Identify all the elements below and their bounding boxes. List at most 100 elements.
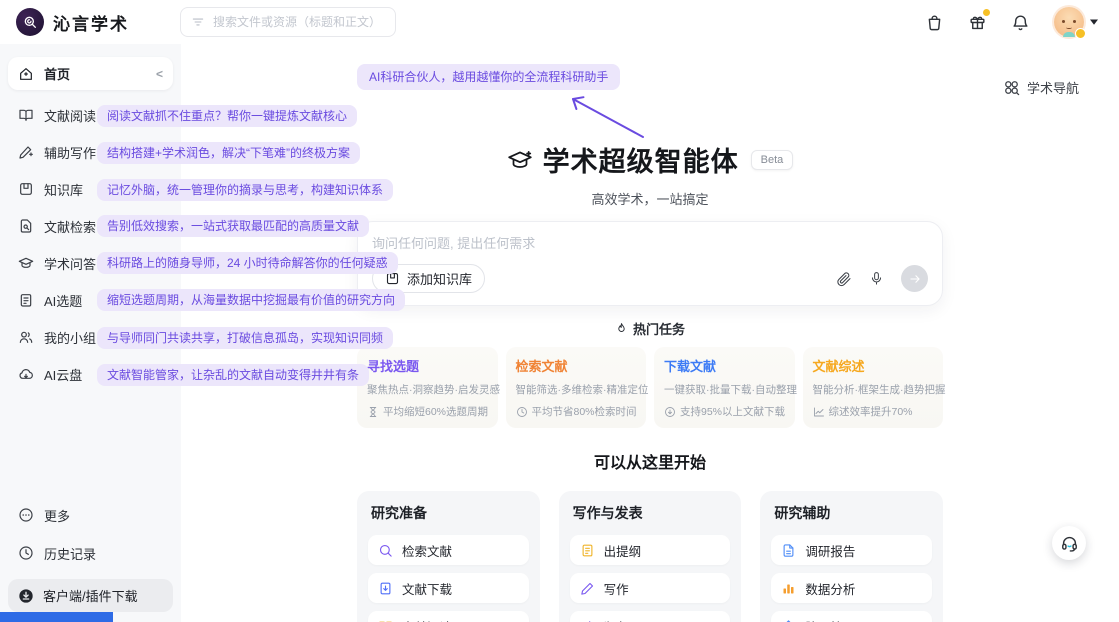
customer-service-button[interactable] bbox=[1052, 526, 1086, 560]
sidebar-item-more[interactable]: 更多 bbox=[18, 503, 163, 527]
ellipsis-circle-icon bbox=[18, 507, 34, 523]
sidebar-item-label: 客户端/插件下载 bbox=[43, 586, 138, 605]
gift-badge-dot bbox=[983, 9, 990, 16]
start-item-mindmap[interactable]: 脑图梳理 bbox=[771, 611, 932, 622]
user-menu[interactable] bbox=[1054, 7, 1099, 37]
report-doc-icon bbox=[781, 543, 796, 558]
academic-navigation-link[interactable]: 学术导航 bbox=[1003, 78, 1079, 97]
page-title: 学术超级智能体 bbox=[543, 140, 739, 179]
column-writing-publishing: 写作与发表 出提纲 写作 润色 bbox=[559, 491, 742, 622]
clock-icon bbox=[516, 406, 528, 418]
start-item-data-analysis[interactable]: 数据分析 bbox=[771, 573, 932, 603]
download-circle-icon bbox=[664, 406, 676, 418]
topbar-actions bbox=[925, 7, 1099, 37]
sidebar-tooltip: 科研路上的随身导师，24 小时待命解答你的任何疑惑 bbox=[97, 252, 398, 274]
sidebar-item-history[interactable]: 历史记录 bbox=[18, 541, 163, 565]
sidebar-item-label: 辅助写作 bbox=[44, 143, 96, 162]
column-title: 写作与发表 bbox=[573, 503, 731, 523]
sidebar-item-label: 历史记录 bbox=[44, 544, 96, 563]
global-search[interactable] bbox=[180, 7, 396, 37]
ask-input[interactable] bbox=[372, 236, 928, 251]
grid-search-icon bbox=[1003, 79, 1020, 96]
send-button[interactable] bbox=[901, 265, 928, 292]
sidebar-footer: 更多 历史记录 客户端/插件下载 bbox=[8, 503, 173, 612]
column-title: 研究准备 bbox=[371, 503, 529, 523]
download-circle-icon bbox=[18, 588, 34, 604]
task-card-download-literature[interactable]: 下载文献 一键获取·批量下载·自动整理 支持95%以上文献下载 bbox=[654, 347, 795, 428]
start-item-literature-download[interactable]: 文献下载 bbox=[368, 573, 529, 603]
gift-icon[interactable] bbox=[968, 13, 987, 32]
sidebar-item-label: AI选题 bbox=[44, 291, 82, 310]
ask-card: 添加知识库 bbox=[357, 221, 943, 306]
sidebar-collapse-icon[interactable]: < bbox=[156, 68, 163, 80]
sidebar-tooltip: 阅读文献抓不住重点？帮你一键提炼文献核心 bbox=[97, 105, 357, 127]
start-item-outline[interactable]: 出提纲 bbox=[570, 535, 731, 565]
task-desc: 智能分析·框架生成·趋势把握 bbox=[813, 382, 934, 397]
task-title: 寻找选题 bbox=[367, 356, 488, 375]
grad-cap-icon bbox=[507, 147, 533, 173]
sidebar-item-client-download[interactable]: 客户端/插件下载 bbox=[8, 579, 173, 612]
bottom-left-banner bbox=[0, 612, 113, 622]
bell-icon[interactable] bbox=[1011, 13, 1030, 32]
shop-bag-icon[interactable] bbox=[925, 13, 944, 32]
sidebar-tooltip: 告别低效搜索，一站式获取最匹配的高质量文献 bbox=[97, 215, 369, 237]
attachment-icon[interactable] bbox=[836, 271, 852, 287]
task-card-literature-review[interactable]: 文献综述 智能分析·框架生成·趋势把握 综述效率提升70% bbox=[803, 347, 944, 428]
file-download-icon bbox=[378, 581, 393, 596]
users-icon bbox=[18, 329, 34, 345]
task-stat: 综述效率提升70% bbox=[829, 404, 913, 419]
task-card-find-topic[interactable]: 寻找选题 聚焦热点·洞察趋势·启发灵感 平均缩短60%选题周期 bbox=[357, 347, 498, 428]
start-item-writing[interactable]: 写作 bbox=[570, 573, 731, 603]
page-subtitle: 高效学术，一站搞定 bbox=[357, 189, 943, 208]
sidebar-tooltip: 记忆外脑，统一管理你的摘录与思考，构建知识体系 bbox=[97, 179, 393, 201]
sidebar-item-label: 我的小组 bbox=[44, 328, 96, 347]
start-item-literature-reading[interactable]: 文献阅读 bbox=[368, 611, 529, 622]
sidebar-tooltip: 缩短选题周期，从海量数据中挖掘最有价值的研究方向 bbox=[97, 289, 405, 311]
headset-icon bbox=[1060, 534, 1079, 553]
sidebar-tooltip: 文献智能管家，让杂乱的文献自动变得井井有条 bbox=[97, 364, 369, 386]
mindmap-icon bbox=[781, 619, 796, 622]
member-badge bbox=[1075, 28, 1086, 39]
sidebar-item-label: 学术问答 bbox=[44, 254, 96, 273]
send-arrow-icon bbox=[908, 272, 922, 286]
top-bar: 沁言学术 bbox=[0, 0, 1119, 44]
pen-icon bbox=[18, 144, 34, 160]
task-title: 检索文献 bbox=[516, 356, 637, 375]
brand[interactable]: 沁言学术 bbox=[16, 8, 180, 36]
sidebar-item-label: 首页 bbox=[44, 64, 70, 83]
add-knowledge-base-label: 添加知识库 bbox=[407, 269, 472, 288]
microphone-icon[interactable] bbox=[869, 271, 884, 286]
archive-icon bbox=[18, 181, 34, 197]
start-item-polish[interactable]: 润色 bbox=[570, 611, 731, 622]
beta-badge: Beta bbox=[751, 150, 794, 170]
start-here-heading: 可以从这里开始 bbox=[357, 449, 943, 473]
doc-lines-icon bbox=[580, 543, 595, 558]
flame-icon bbox=[615, 322, 628, 335]
search-input[interactable] bbox=[213, 15, 385, 29]
history-clock-icon bbox=[18, 545, 34, 561]
task-desc: 聚焦热点·洞察趋势·启发灵感 bbox=[367, 382, 488, 397]
column-research-assist: 研究辅助 调研报告 数据分析 脑图梳理 研究设 bbox=[760, 491, 943, 622]
sidebar-item-label: 知识库 bbox=[44, 180, 83, 199]
search-icon bbox=[378, 543, 393, 558]
home-icon bbox=[18, 66, 34, 82]
sidebar-tooltip: 结构搭建+学术润色，解决“下笔难”的终极方案 bbox=[97, 142, 360, 164]
task-card-search-literature[interactable]: 检索文献 智能筛选·多维检索·精准定位 平均节省80%检索时间 bbox=[506, 347, 647, 428]
task-title: 下载文献 bbox=[664, 356, 785, 375]
academic-navigation-label: 学术导航 bbox=[1027, 78, 1079, 97]
task-desc: 智能筛选·多维检索·精准定位 bbox=[516, 382, 637, 397]
sidebar-item-label: 文献检索 bbox=[44, 217, 96, 236]
chevron-down-icon bbox=[1089, 18, 1099, 26]
hot-tasks-heading: 热门任务 bbox=[357, 319, 943, 338]
start-item-search-literature[interactable]: 检索文献 bbox=[368, 535, 529, 565]
task-stat: 支持95%以上文献下载 bbox=[680, 404, 785, 419]
start-item-survey-report[interactable]: 调研报告 bbox=[771, 535, 932, 565]
sidebar-item-home[interactable]: 首页 < bbox=[8, 57, 173, 90]
hero-tooltip: AI科研合伙人，越用越懂你的全流程科研助手 bbox=[357, 64, 620, 90]
pen-icon bbox=[580, 581, 595, 596]
trend-chart-icon bbox=[813, 406, 825, 418]
file-search-icon bbox=[18, 218, 34, 234]
column-research-prep: 研究准备 检索文献 文献下载 文献阅读 选题 bbox=[357, 491, 540, 622]
avatar bbox=[1054, 7, 1084, 37]
brand-logo-icon bbox=[16, 8, 44, 36]
